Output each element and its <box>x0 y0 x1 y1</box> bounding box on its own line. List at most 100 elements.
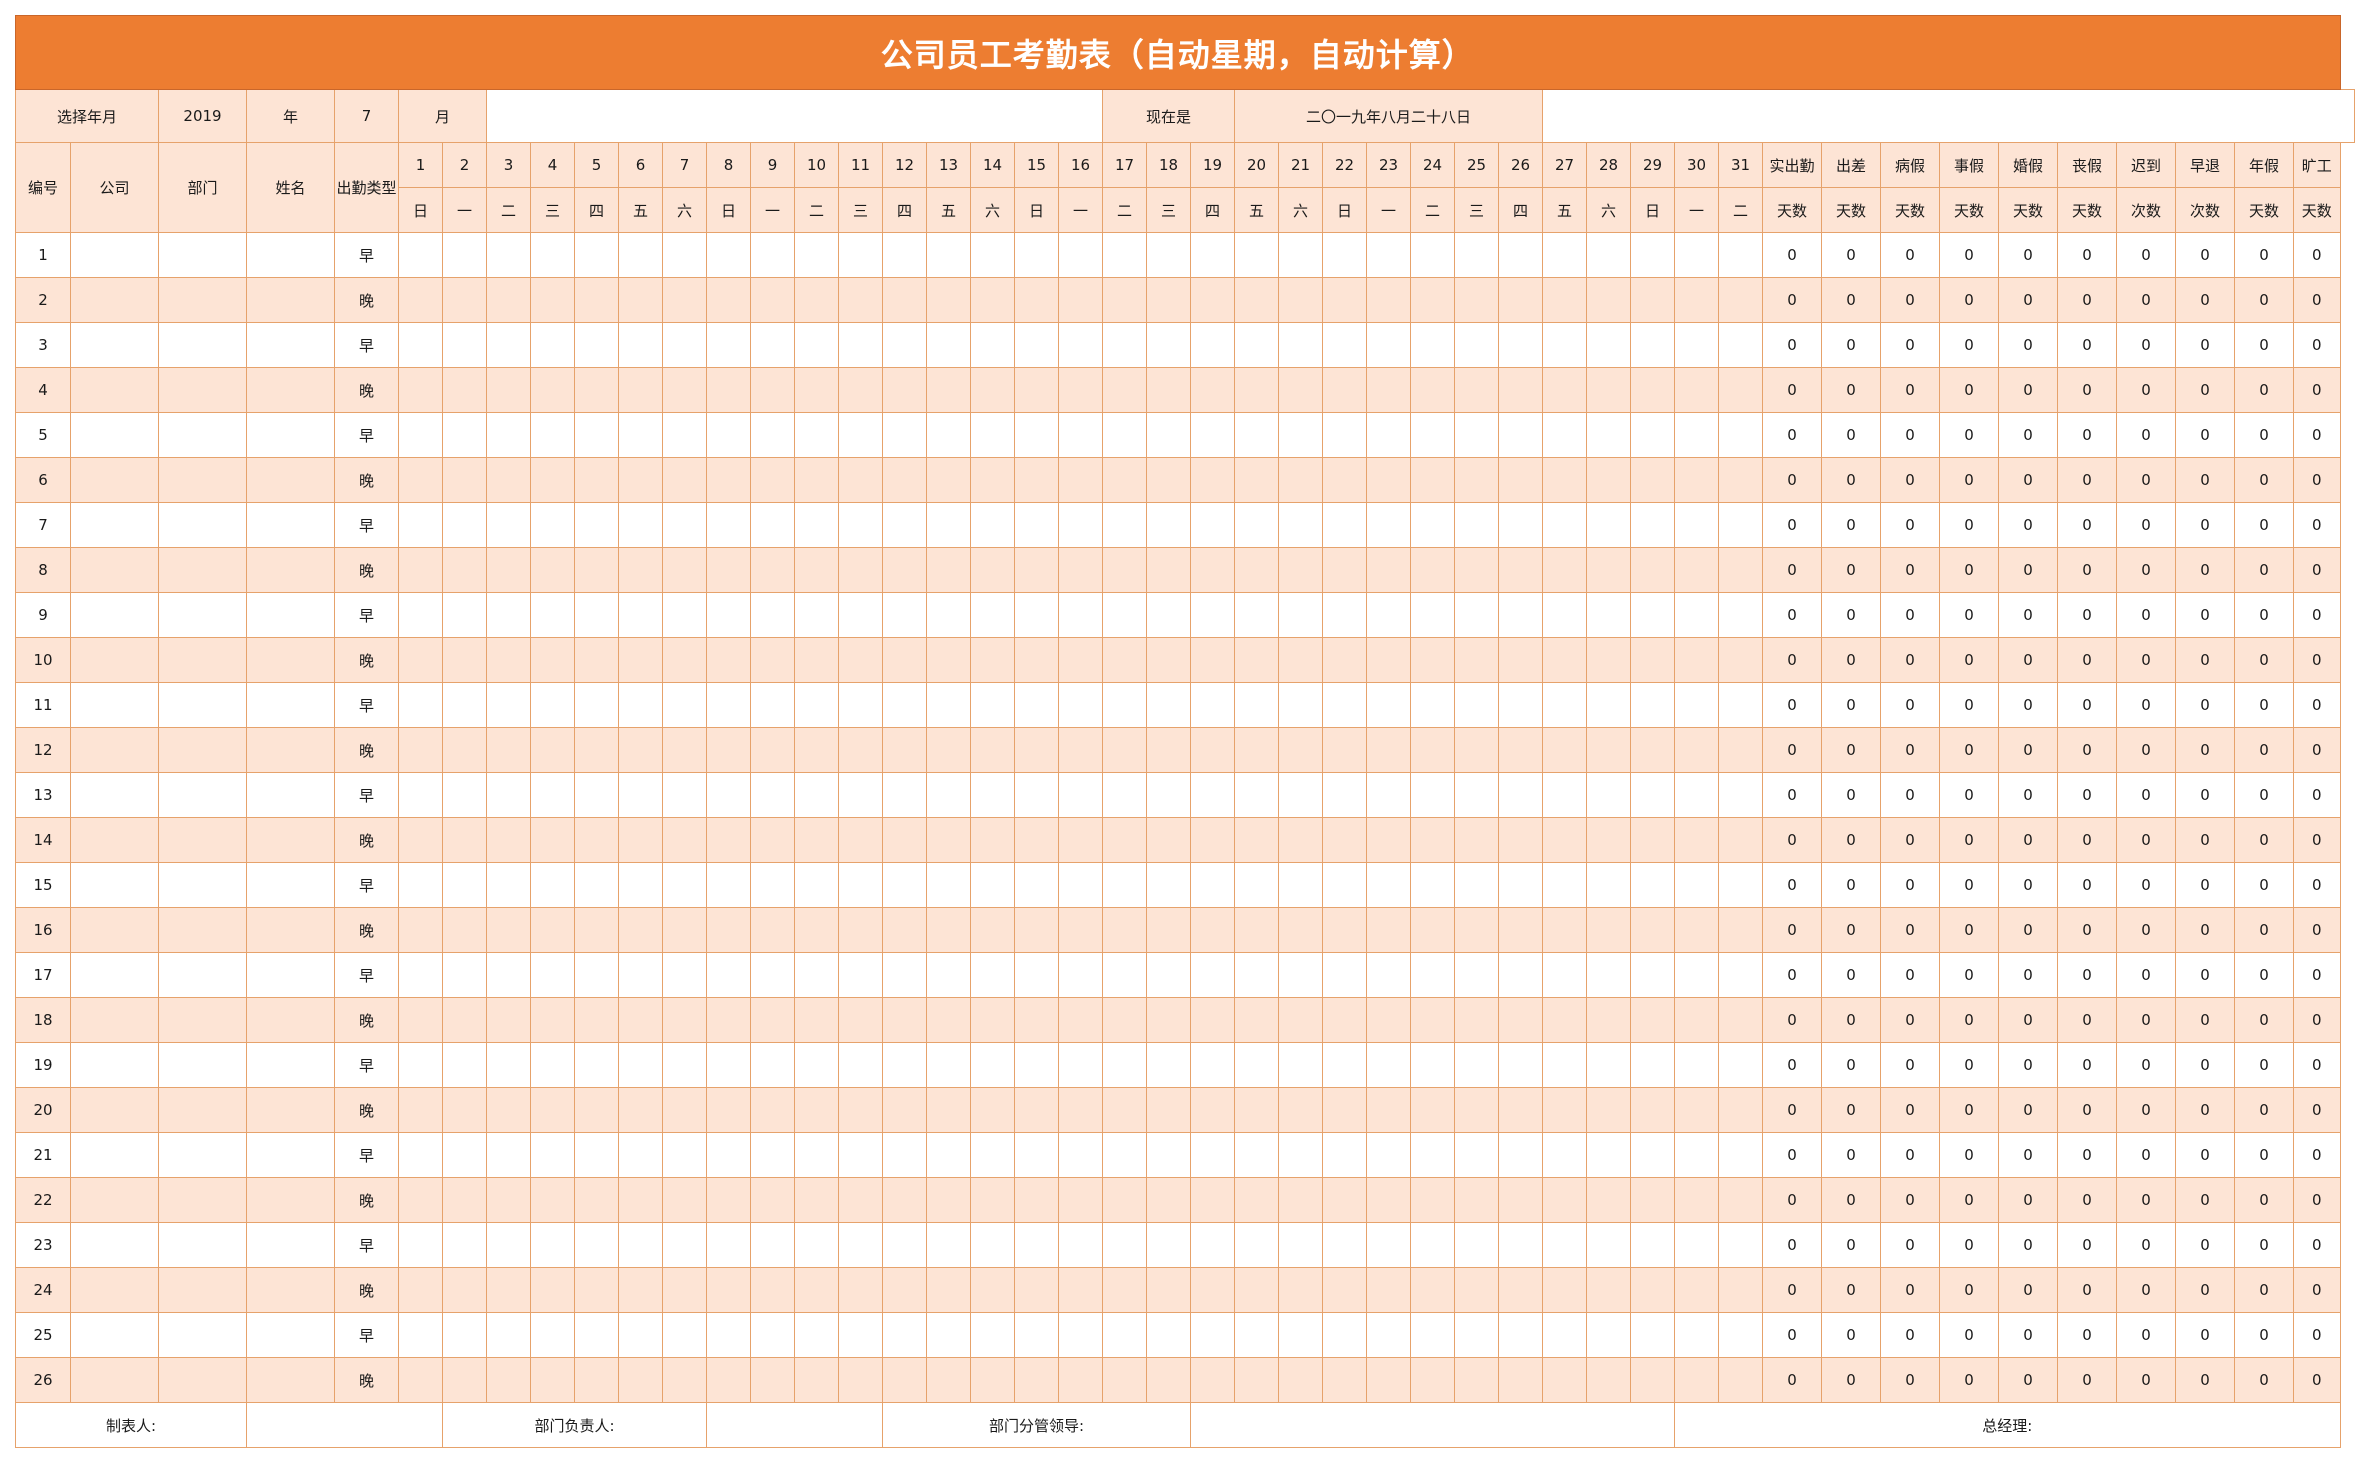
day-cell[interactable] <box>970 367 1015 413</box>
day-cell[interactable] <box>1586 1177 1631 1223</box>
day-cell[interactable] <box>1058 1087 1103 1133</box>
day-cell[interactable] <box>1278 1087 1323 1133</box>
day-cell[interactable] <box>1058 502 1103 548</box>
day-cell[interactable] <box>1410 367 1455 413</box>
day-cell[interactable] <box>618 412 663 458</box>
day-cell[interactable] <box>970 907 1015 953</box>
day-cell[interactable] <box>1146 682 1191 728</box>
day-cell[interactable] <box>1190 1177 1235 1223</box>
company-cell[interactable] <box>70 1177 159 1223</box>
day-cell[interactable] <box>1542 547 1587 593</box>
department-cell[interactable] <box>158 817 247 863</box>
name-cell[interactable] <box>246 1222 335 1268</box>
day-cell[interactable] <box>1410 817 1455 863</box>
day-cell[interactable] <box>1146 727 1191 773</box>
day-cell[interactable] <box>442 322 487 368</box>
company-cell[interactable] <box>70 592 159 638</box>
day-cell[interactable] <box>838 1042 883 1088</box>
day-cell[interactable] <box>1014 952 1059 998</box>
day-cell[interactable] <box>794 457 839 503</box>
company-cell[interactable] <box>70 412 159 458</box>
day-cell[interactable] <box>530 682 575 728</box>
day-cell[interactable] <box>750 502 795 548</box>
day-cell[interactable] <box>1498 277 1543 323</box>
day-cell[interactable] <box>442 907 487 953</box>
name-cell[interactable] <box>246 277 335 323</box>
day-cell[interactable] <box>1630 592 1675 638</box>
day-cell[interactable] <box>1014 412 1059 458</box>
day-cell[interactable] <box>1454 637 1499 683</box>
day-cell[interactable] <box>574 367 619 413</box>
day-cell[interactable] <box>750 907 795 953</box>
day-cell[interactable] <box>1190 592 1235 638</box>
day-cell[interactable] <box>1410 232 1455 278</box>
day-cell[interactable] <box>1102 772 1147 818</box>
day-cell[interactable] <box>1014 997 1059 1043</box>
day-cell[interactable] <box>398 1267 443 1313</box>
day-cell[interactable] <box>1674 1312 1719 1358</box>
day-cell[interactable] <box>662 1132 707 1178</box>
day-cell[interactable] <box>1718 1087 1763 1133</box>
day-cell[interactable] <box>794 1177 839 1223</box>
day-cell[interactable] <box>794 817 839 863</box>
day-cell[interactable] <box>838 727 883 773</box>
day-cell[interactable] <box>1102 232 1147 278</box>
day-cell[interactable] <box>838 592 883 638</box>
day-cell[interactable] <box>1234 1312 1279 1358</box>
day-cell[interactable] <box>794 592 839 638</box>
day-cell[interactable] <box>1014 1042 1059 1088</box>
day-cell[interactable] <box>706 1222 751 1268</box>
day-cell[interactable] <box>1454 547 1499 593</box>
day-cell[interactable] <box>1542 952 1587 998</box>
day-cell[interactable] <box>1146 322 1191 368</box>
day-cell[interactable] <box>706 1087 751 1133</box>
name-cell[interactable] <box>246 862 335 908</box>
day-cell[interactable] <box>1322 1267 1367 1313</box>
day-cell[interactable] <box>750 457 795 503</box>
day-cell[interactable] <box>926 367 971 413</box>
day-cell[interactable] <box>1058 412 1103 458</box>
day-cell[interactable] <box>486 547 531 593</box>
day-cell[interactable] <box>662 997 707 1043</box>
day-cell[interactable] <box>926 1087 971 1133</box>
day-cell[interactable] <box>1366 997 1411 1043</box>
day-cell[interactable] <box>970 1177 1015 1223</box>
day-cell[interactable] <box>1190 1357 1235 1403</box>
day-cell[interactable] <box>530 907 575 953</box>
day-cell[interactable] <box>1454 817 1499 863</box>
day-cell[interactable] <box>1410 1357 1455 1403</box>
day-cell[interactable] <box>1146 1222 1191 1268</box>
day-cell[interactable] <box>1718 1042 1763 1088</box>
day-cell[interactable] <box>1278 367 1323 413</box>
day-cell[interactable] <box>1410 637 1455 683</box>
day-cell[interactable] <box>750 322 795 368</box>
day-cell[interactable] <box>1630 1222 1675 1268</box>
day-cell[interactable] <box>1542 367 1587 413</box>
day-cell[interactable] <box>882 862 927 908</box>
day-cell[interactable] <box>1278 457 1323 503</box>
day-cell[interactable] <box>1322 817 1367 863</box>
day-cell[interactable] <box>706 637 751 683</box>
day-cell[interactable] <box>486 277 531 323</box>
day-cell[interactable] <box>1058 682 1103 728</box>
day-cell[interactable] <box>1630 322 1675 368</box>
day-cell[interactable] <box>1586 412 1631 458</box>
department-cell[interactable] <box>158 1087 247 1133</box>
day-cell[interactable] <box>838 907 883 953</box>
day-cell[interactable] <box>1014 1357 1059 1403</box>
day-cell[interactable] <box>574 547 619 593</box>
day-cell[interactable] <box>1234 1042 1279 1088</box>
day-cell[interactable] <box>1542 232 1587 278</box>
department-cell[interactable] <box>158 277 247 323</box>
day-cell[interactable] <box>1234 1267 1279 1313</box>
day-cell[interactable] <box>1014 232 1059 278</box>
day-cell[interactable] <box>574 1267 619 1313</box>
company-cell[interactable] <box>70 277 159 323</box>
day-cell[interactable] <box>794 637 839 683</box>
day-cell[interactable] <box>618 1267 663 1313</box>
day-cell[interactable] <box>882 1087 927 1133</box>
day-cell[interactable] <box>1322 1042 1367 1088</box>
day-cell[interactable] <box>398 547 443 593</box>
day-cell[interactable] <box>1366 502 1411 548</box>
day-cell[interactable] <box>1014 502 1059 548</box>
